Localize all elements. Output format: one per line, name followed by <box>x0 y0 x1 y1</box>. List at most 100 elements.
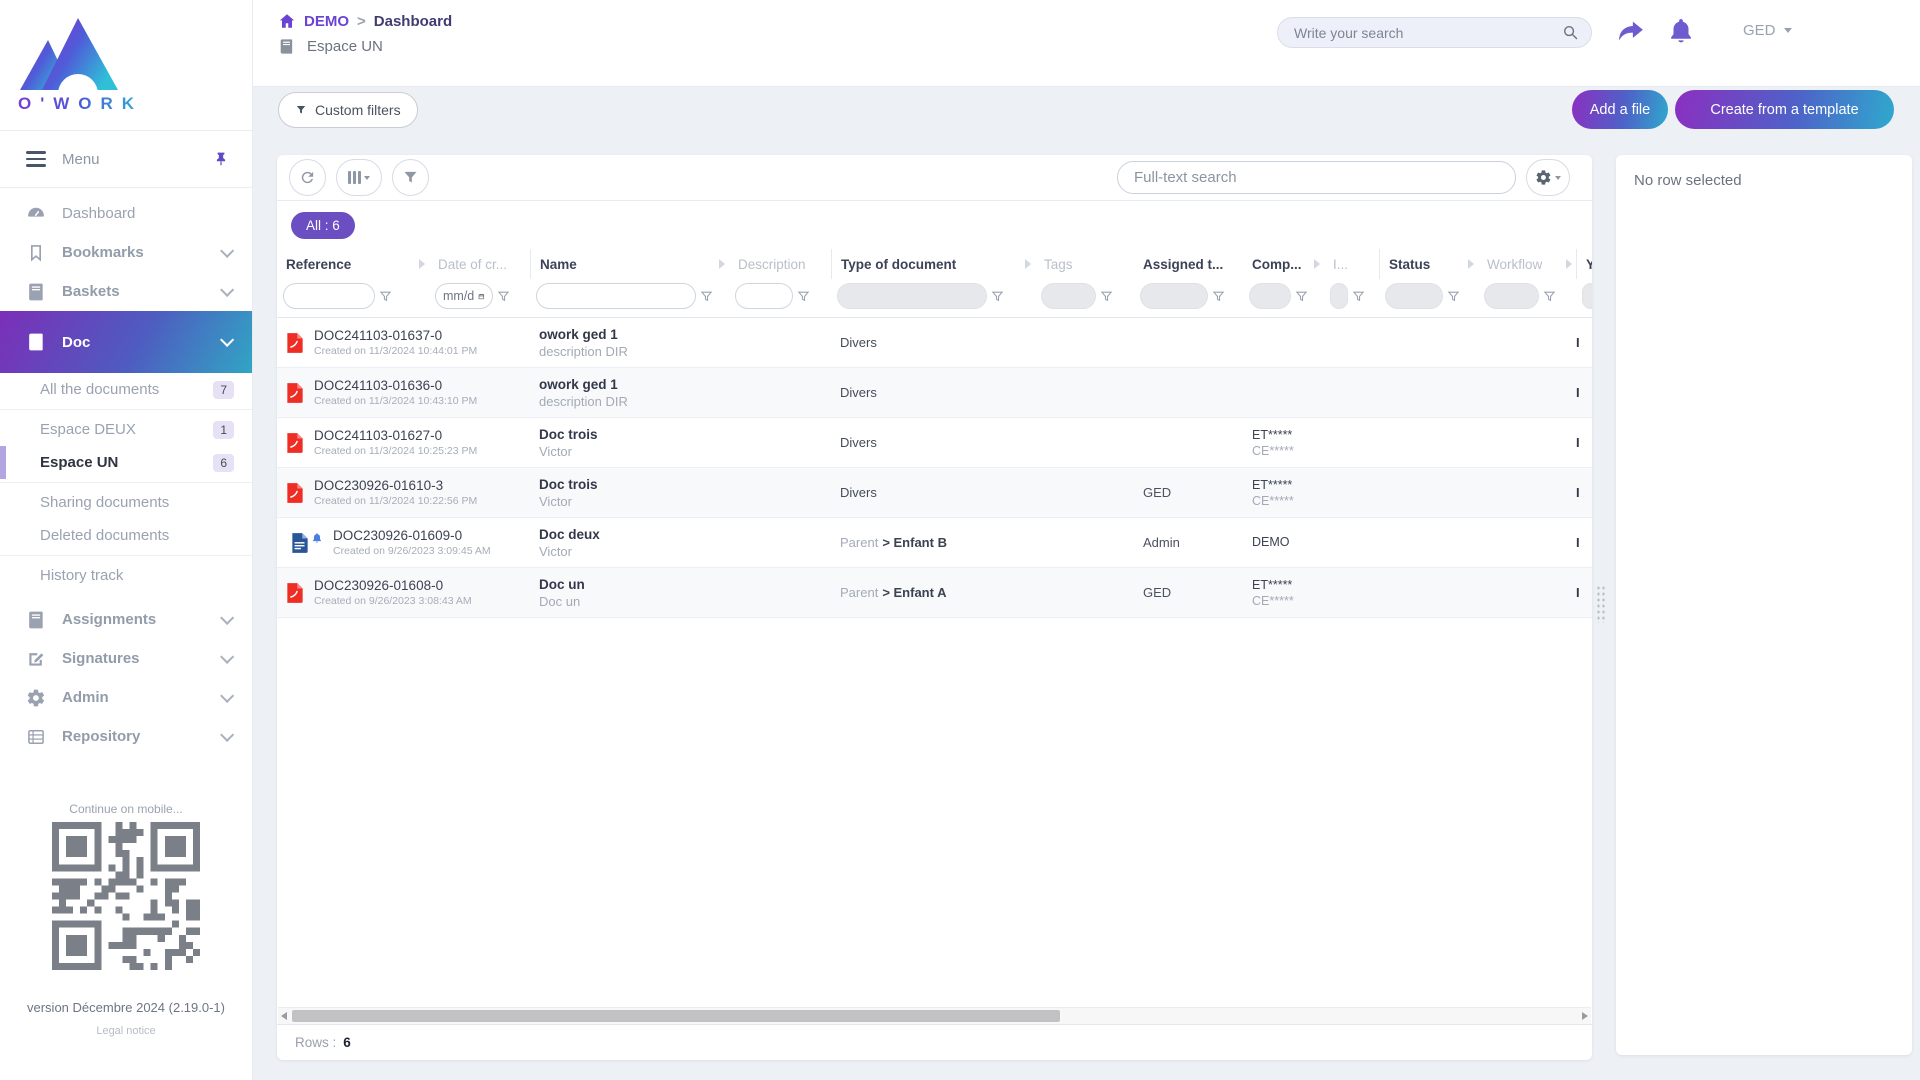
user-menu[interactable]: GED <box>1743 22 1792 39</box>
sidebar-item-all-documents[interactable]: All the documents 7 <box>0 373 252 406</box>
column-header-y[interactable]: Y <box>1576 249 1592 279</box>
table-row[interactable]: DOC241103-01627-0 Created on 11/3/2024 1… <box>277 418 1592 468</box>
status-filter-input[interactable] <box>1385 283 1443 309</box>
menu-toggle[interactable]: Menu <box>0 131 252 187</box>
filter-workflow <box>1478 283 1576 309</box>
funnel-icon[interactable] <box>1295 290 1308 303</box>
column-header-i[interactable]: I... <box>1324 249 1379 279</box>
filter-description <box>729 283 831 309</box>
table-toolbar <box>277 155 1592 201</box>
description-filter-input[interactable] <box>735 283 793 309</box>
sidebar-item-espace-un[interactable]: Espace UN 6 <box>0 446 252 479</box>
sidebar-item-espace-deux[interactable]: Espace DEUX 1 <box>0 413 252 446</box>
global-search[interactable] <box>1277 17 1592 48</box>
funnel-icon[interactable] <box>379 290 392 303</box>
mobile-hint: Continue on mobile... <box>69 802 182 816</box>
document-reference: DOC241103-01637-0 <box>314 328 477 343</box>
refresh-button[interactable] <box>289 159 326 196</box>
fulltext-search-input[interactable] <box>1134 169 1499 186</box>
document-assigned: Admin <box>1134 518 1243 567</box>
table-settings-button[interactable] <box>1526 159 1570 196</box>
search-icon[interactable] <box>1562 24 1579 41</box>
i-filter-input[interactable] <box>1330 283 1348 309</box>
custom-filters-button[interactable]: Custom filters <box>278 92 418 128</box>
sidebar-item-assignments[interactable]: Assignments <box>0 600 252 639</box>
assigned-filter-input[interactable] <box>1140 283 1208 309</box>
tab-all-documents[interactable]: All : 6 <box>291 212 355 239</box>
funnel-icon[interactable] <box>1212 290 1225 303</box>
column-header-comp[interactable]: Comp... <box>1243 249 1324 279</box>
funnel-icon[interactable] <box>700 290 713 303</box>
sidebar-item-baskets[interactable]: Baskets <box>0 272 252 311</box>
app-logo[interactable]: O'WORK <box>0 0 252 130</box>
sidebar-item-repository[interactable]: Repository <box>0 717 252 756</box>
y-filter-input[interactable] <box>1582 283 1592 309</box>
table-row[interactable]: DOC230926-01608-0 Created on 9/26/2023 3… <box>277 568 1592 618</box>
home-icon[interactable] <box>278 12 296 30</box>
funnel-icon[interactable] <box>1100 290 1113 303</box>
add-file-button[interactable]: Add a file <box>1572 90 1668 129</box>
table-row[interactable]: DOC230926-01610-3 Created on 11/3/2024 1… <box>277 468 1592 518</box>
funnel-icon[interactable] <box>991 290 1004 303</box>
horizontal-scrollbar[interactable] <box>278 1007 1591 1024</box>
user-name: GED <box>1743 22 1776 39</box>
table-row[interactable]: DOC241103-01637-0 Created on 11/3/2024 1… <box>277 318 1592 368</box>
chevron-down-icon <box>220 282 234 296</box>
scroll-left-arrow-icon[interactable] <box>281 1012 287 1020</box>
tags-filter-input[interactable] <box>1041 283 1096 309</box>
brand-name: O'WORK <box>18 94 143 114</box>
workflow-filter-input[interactable] <box>1484 283 1539 309</box>
sidebar-item-history-track[interactable]: History track <box>0 559 252 592</box>
pin-icon[interactable] <box>212 150 230 168</box>
panel-resize-handle[interactable] <box>1596 585 1607 623</box>
table-row[interactable]: DOC230926-01609-0 Created on 9/26/2023 3… <box>277 518 1592 568</box>
legal-notice-link[interactable]: Legal notice <box>0 1025 252 1037</box>
funnel-icon[interactable] <box>1447 290 1460 303</box>
sort-arrow-icon <box>1314 259 1320 269</box>
share-icon[interactable] <box>1616 16 1646 46</box>
table-header-row: Reference Date of cr... Name Description… <box>277 249 1592 279</box>
refresh-icon <box>299 169 316 186</box>
sidebar-item-admin[interactable]: Admin <box>0 678 252 717</box>
column-header-tags[interactable]: Tags <box>1035 249 1134 279</box>
funnel-icon[interactable] <box>1543 290 1556 303</box>
reference-filter-input[interactable] <box>283 283 375 309</box>
document-type-parent: Parent <box>840 585 878 600</box>
sidebar-item-bookmarks[interactable]: Bookmarks <box>0 233 252 272</box>
breadcrumb-current[interactable]: Dashboard <box>374 13 452 30</box>
column-header-reference[interactable]: Reference <box>277 249 429 279</box>
funnel-icon[interactable] <box>1352 290 1365 303</box>
fulltext-search[interactable] <box>1117 161 1516 194</box>
breadcrumb-root[interactable]: DEMO <box>304 13 349 30</box>
sidebar-item-dashboard[interactable]: Dashboard <box>0 194 252 233</box>
column-header-name[interactable]: Name <box>530 249 729 279</box>
scrollbar-thumb[interactable] <box>292 1010 1060 1022</box>
filter-button[interactable] <box>392 159 429 196</box>
page-subtitle-row: Espace UN <box>278 38 383 55</box>
document-workflow <box>1478 318 1576 367</box>
column-header-workflow[interactable]: Workflow <box>1478 249 1576 279</box>
column-header-date[interactable]: Date of cr... <box>429 249 530 279</box>
column-header-type[interactable]: Type of document <box>831 249 1035 279</box>
create-from-template-button[interactable]: Create from a template <box>1675 90 1894 129</box>
scroll-right-arrow-icon[interactable] <box>1582 1012 1588 1020</box>
funnel-icon[interactable] <box>797 290 810 303</box>
column-header-description[interactable]: Description <box>729 249 831 279</box>
column-header-status[interactable]: Status <box>1379 249 1478 279</box>
column-header-assigned[interactable]: Assigned t... <box>1134 249 1243 279</box>
global-search-input[interactable] <box>1294 25 1562 41</box>
notifications-bell-icon[interactable] <box>1666 16 1696 46</box>
sidebar-item-doc[interactable]: Doc <box>0 311 252 373</box>
comp-filter-input[interactable] <box>1249 283 1291 309</box>
columns-button[interactable] <box>336 159 382 196</box>
name-filter-input[interactable] <box>536 283 696 309</box>
sidebar-item-signatures[interactable]: Signatures <box>0 639 252 678</box>
sidebar-item-sharing-documents[interactable]: Sharing documents <box>0 486 252 519</box>
funnel-icon[interactable] <box>497 290 510 303</box>
table-row[interactable]: DOC241103-01636-0 Created on 11/3/2024 1… <box>277 368 1592 418</box>
sort-arrow-icon <box>1468 259 1474 269</box>
type-filter-input[interactable] <box>837 283 987 309</box>
sidebar-item-deleted-documents[interactable]: Deleted documents <box>0 519 252 552</box>
date-filter-input[interactable]: mm/d <box>435 283 493 309</box>
calendar-icon[interactable] <box>478 290 485 303</box>
